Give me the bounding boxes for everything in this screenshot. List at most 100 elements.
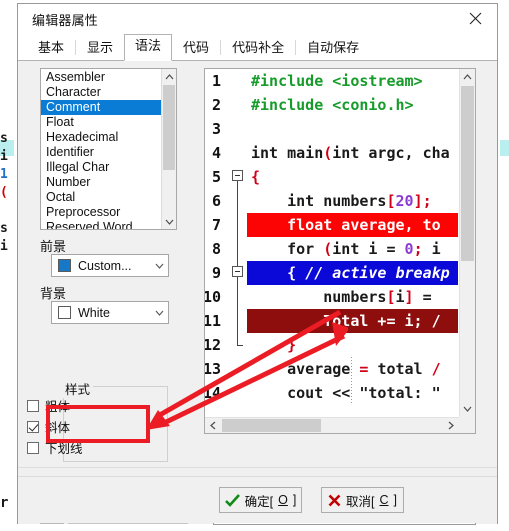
fold-toggle-icon[interactable] [232, 266, 243, 277]
code-line: cout << "total: " [251, 384, 441, 402]
code-line: #include <iostream> [251, 72, 423, 90]
listbox-scroll-thumb[interactable] [163, 85, 175, 170]
syntax-element-list: Assembler Character Comment Float Hexade… [41, 69, 176, 229]
tab-strip: 基本 显示 语法 代码 代码补全 自动保存 [18, 34, 497, 61]
list-item[interactable]: Reserved Word [41, 220, 176, 229]
dialog-body: Assembler Character Comment Float Hexade… [18, 61, 497, 525]
code-line: int main(int argc, cha [251, 144, 450, 162]
foreground-color-combo[interactable]: Custom... [51, 254, 169, 277]
dialog-title: 编辑器属性 [32, 13, 99, 28]
list-item[interactable]: Illegal Char [41, 160, 176, 175]
checkbox-underline-box[interactable] [27, 441, 39, 454]
foreground-color-swatch [58, 259, 71, 272]
list-item[interactable]: Octal [41, 190, 176, 205]
checkbox-bold-label: 粗体 [45, 400, 71, 414]
section-divider [18, 467, 497, 468]
line-number: 13 [204, 360, 221, 378]
check-icon [224, 493, 240, 507]
scroll-down-icon[interactable] [162, 214, 176, 229]
line-number: 5 [211, 168, 221, 186]
cancel-button-accesskey: C [379, 493, 389, 507]
x-icon [328, 494, 341, 506]
list-item-selected[interactable]: Comment [41, 100, 176, 115]
vertical-scroll-thumb[interactable] [461, 86, 474, 261]
checkbox-bold[interactable]: 粗体 [27, 396, 70, 415]
editor-gutter: 1 2 3 4 5 6 7 8 9 10 11 12 13 14 [205, 69, 247, 433]
line-number: 1 [211, 72, 221, 90]
foreground-label: 前景 [40, 239, 67, 254]
background-color-swatch [58, 306, 71, 319]
close-button[interactable] [453, 4, 497, 33]
chevron-down-icon[interactable] [150, 263, 168, 269]
background-color-value: White [78, 305, 110, 320]
background-window-code-fragment: s i 1 ( s i [0, 131, 8, 254]
list-item[interactable]: Character [41, 85, 176, 100]
line-number: 14 [204, 384, 221, 402]
dialog-titlebar: 编辑器属性 [18, 4, 497, 34]
scroll-left-icon[interactable] [205, 418, 221, 433]
code-line: numbers[i] = [251, 288, 441, 306]
tab-autosave[interactable]: 自动保存 [296, 35, 370, 61]
line-number: 6 [211, 192, 221, 210]
checkbox-bold-box[interactable] [27, 399, 39, 412]
indent-guide [351, 357, 352, 405]
editor-vertical-scrollbar[interactable] [459, 69, 475, 417]
line-number: 10 [204, 288, 221, 306]
line-number: 12 [204, 336, 221, 354]
code-line: average = total / [251, 360, 441, 378]
ok-button-label: 确定[ [244, 494, 274, 509]
scroll-right-icon[interactable] [443, 418, 459, 433]
syntax-element-listbox[interactable]: Assembler Character Comment Float Hexade… [40, 68, 177, 230]
list-item[interactable]: Number [41, 175, 176, 190]
background-label: 背景 [40, 286, 67, 301]
list-item[interactable]: Preprocessor [41, 205, 176, 220]
code-line: } [251, 336, 297, 354]
line-number: 9 [211, 264, 221, 282]
list-item[interactable]: Hexadecimal [41, 130, 176, 145]
ok-button-accesskey: O [278, 493, 288, 507]
code-text-area[interactable]: #include <iostream> #include <conio.h> i… [247, 69, 458, 416]
code-line-highlighted-darkred: Total += i; / [247, 309, 458, 333]
checkbox-italic[interactable]: 斜体 [27, 417, 70, 436]
close-icon [469, 12, 481, 25]
line-number: 4 [211, 144, 221, 162]
checkbox-underline-label: 下划线 [45, 442, 83, 456]
fold-guide-line [237, 181, 238, 266]
list-item[interactable]: Identifier [41, 145, 176, 160]
ok-button-tail: ] [292, 493, 297, 507]
line-number: 11 [204, 312, 221, 330]
foreground-color-value: Custom... [78, 258, 132, 273]
scroll-up-icon[interactable] [460, 69, 475, 85]
code-line-highlighted-red: float average, to [247, 213, 458, 237]
list-item[interactable]: Assembler [41, 70, 176, 85]
checkbox-underline[interactable]: 下划线 [27, 438, 83, 457]
chevron-down-icon[interactable] [150, 310, 168, 316]
scroll-down-icon[interactable] [460, 401, 475, 417]
background-color-combo[interactable]: White [51, 301, 169, 324]
scroll-up-icon[interactable] [162, 69, 176, 84]
line-number: 8 [211, 240, 221, 258]
cancel-button[interactable]: 取消[C] [321, 487, 404, 513]
scrollbar-corner [459, 417, 475, 433]
tab-syntax[interactable]: 语法 [124, 34, 173, 61]
tab-code-completion[interactable]: 代码补全 [221, 35, 295, 61]
checkbox-italic-box[interactable] [27, 420, 39, 433]
fold-guide-line [237, 277, 238, 345]
tab-display[interactable]: 显示 [76, 35, 124, 61]
list-item[interactable]: Float [41, 115, 176, 130]
listbox-scrollbar[interactable] [161, 69, 176, 229]
tab-code[interactable]: 代码 [172, 35, 220, 61]
editor-properties-dialog: 编辑器属性 基本 显示 语法 代码 代码补全 自动保存 Assembler Ch… [17, 3, 498, 525]
line-number: 3 [211, 120, 221, 138]
fold-end-marker [237, 345, 243, 346]
code-preview-editor[interactable]: 1 2 3 4 5 6 7 8 9 10 11 12 13 14 #includ… [204, 68, 476, 434]
ok-button[interactable]: 确定[ O] [219, 487, 302, 513]
editor-horizontal-scrollbar[interactable] [205, 417, 459, 433]
code-line-highlighted-blue: { // active breakp [247, 261, 458, 285]
tab-basic[interactable]: 基本 [27, 35, 75, 61]
line-number: 2 [211, 96, 221, 114]
dialog-footer: 确定[ O] 取消[C] [18, 476, 497, 523]
horizontal-scroll-thumb[interactable] [222, 419, 321, 432]
fold-toggle-icon[interactable] [232, 170, 243, 181]
